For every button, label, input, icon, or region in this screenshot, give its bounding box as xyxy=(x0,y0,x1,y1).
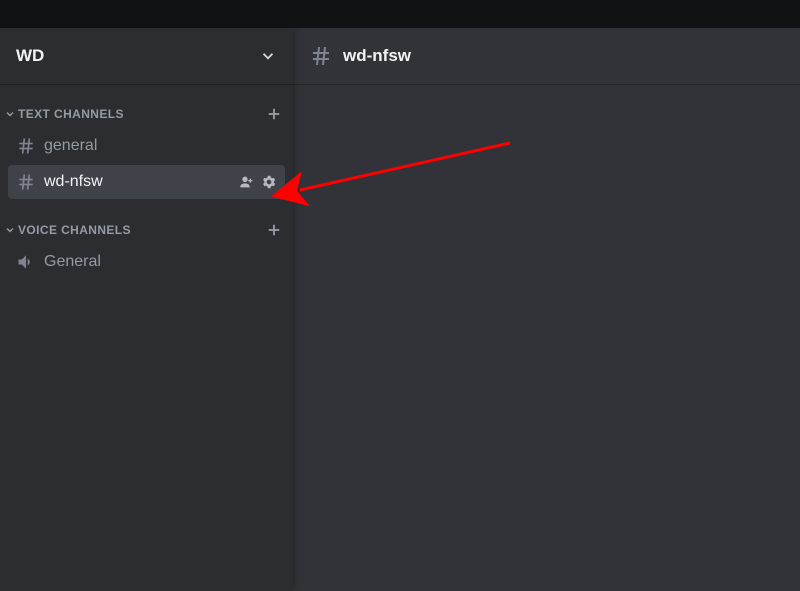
server-name-label: WD xyxy=(16,46,44,66)
invite-people-icon[interactable] xyxy=(239,174,255,190)
plus-icon[interactable] xyxy=(265,221,283,239)
channel-general[interactable]: general xyxy=(8,129,285,163)
message-area xyxy=(293,85,800,591)
chevron-down-icon xyxy=(4,224,16,236)
plus-icon[interactable] xyxy=(265,105,283,123)
channel-label: general xyxy=(44,137,277,155)
category-label: TEXT CHANNELS xyxy=(18,107,124,121)
window-titlebar xyxy=(0,0,800,28)
channel-header-name: wd-nfsw xyxy=(343,46,411,66)
gear-icon[interactable] xyxy=(261,174,277,190)
main-panel: wd-nfsw xyxy=(293,0,800,591)
channel-label: General xyxy=(44,253,277,271)
chevron-down-icon xyxy=(4,108,16,120)
hash-icon xyxy=(16,172,36,192)
channel-label: wd-nfsw xyxy=(44,173,239,191)
category-voice-channels[interactable]: VOICE CHANNELS xyxy=(0,217,293,243)
chevron-down-icon xyxy=(259,47,277,65)
channel-list: TEXT CHANNELS general wd-nfsw xyxy=(0,85,293,281)
channel-wd-nfsw[interactable]: wd-nfsw xyxy=(8,165,285,199)
voice-channel-general[interactable]: General xyxy=(8,245,285,279)
hash-icon xyxy=(309,44,333,68)
app-root: WD TEXT CHANNELS general wd-nfsw xyxy=(0,0,800,591)
speaker-icon xyxy=(16,252,36,272)
category-text-channels[interactable]: TEXT CHANNELS xyxy=(0,101,293,127)
hash-icon xyxy=(16,136,36,156)
category-label: VOICE CHANNELS xyxy=(18,223,131,237)
channel-header: wd-nfsw xyxy=(293,28,800,85)
server-header[interactable]: WD xyxy=(0,28,293,85)
channel-sidebar: WD TEXT CHANNELS general wd-nfsw xyxy=(0,0,293,591)
